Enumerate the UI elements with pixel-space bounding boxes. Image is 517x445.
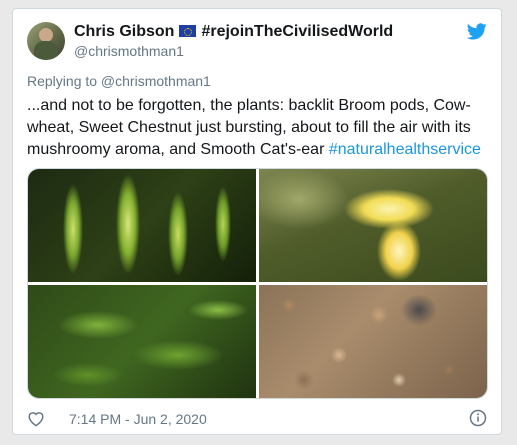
- tweet-timestamp[interactable]: 7:14 PM - Jun 2, 2020: [69, 411, 207, 427]
- author-name-tag[interactable]: #rejoinTheCivilisedWorld: [201, 23, 393, 40]
- twitter-bird-icon[interactable]: [467, 23, 487, 40]
- heart-icon[interactable]: [27, 410, 45, 427]
- media-divider: [28, 282, 487, 285]
- info-icon[interactable]: [469, 409, 487, 427]
- media-grid[interactable]: [27, 168, 488, 399]
- author-handle[interactable]: @chrismothman1: [74, 43, 184, 59]
- hashtag-link[interactable]: #naturalhealthservice: [329, 141, 481, 158]
- author-display-name[interactable]: Chris Gibson: [74, 23, 174, 40]
- tweet-card: Chris Gibson #rejoinTheCivilisedWorld @ch…: [12, 8, 502, 435]
- photo-sweet-chestnut[interactable]: [28, 285, 256, 398]
- photo-broom-pods[interactable]: [28, 169, 256, 282]
- author-avatar[interactable]: [27, 22, 65, 60]
- tweet-text: ...and not to be forgotten, the plants: …: [27, 95, 492, 161]
- replying-to-label[interactable]: Replying to @chrismothman1: [27, 73, 211, 89]
- photo-cow-wheat[interactable]: [259, 169, 487, 282]
- author-name-row[interactable]: Chris Gibson #rejoinTheCivilisedWorld: [74, 23, 393, 41]
- eu-flag-icon: [179, 25, 197, 37]
- tweet-footer: 7:14 PM - Jun 2, 2020: [27, 409, 489, 429]
- photo-smooth-cats-ear[interactable]: [259, 285, 487, 398]
